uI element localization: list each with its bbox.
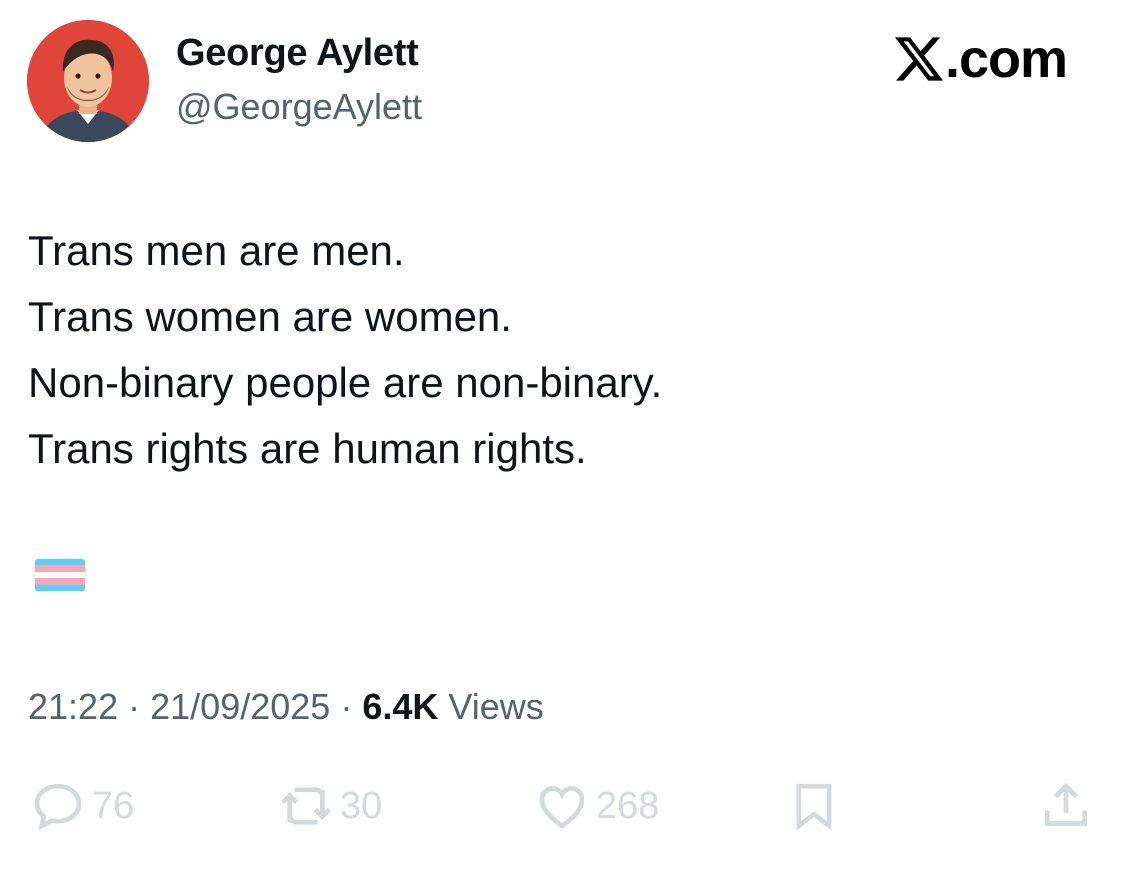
repost-icon bbox=[281, 787, 331, 825]
profile-photo-icon bbox=[27, 20, 149, 142]
tweet-line: Non-binary people are non-binary. bbox=[28, 359, 663, 406]
transgender-flag-icon bbox=[35, 559, 85, 591]
repost-button[interactable]: 30 bbox=[278, 778, 382, 834]
tweet-line: Trans men are men. bbox=[28, 227, 405, 274]
repost-count: 30 bbox=[340, 784, 383, 827]
separator: · bbox=[340, 686, 353, 727]
flag-stripe bbox=[35, 584, 85, 591]
tweet-line: Trans rights are human rights. bbox=[28, 425, 587, 472]
like-button[interactable]: 268 bbox=[534, 778, 659, 834]
views-count: 6.4K bbox=[362, 686, 439, 727]
author-handle[interactable]: @GeorgeAylett bbox=[176, 86, 422, 128]
x-logo-icon bbox=[894, 37, 943, 81]
tweet-text: Trans men are men. Trans women are women… bbox=[28, 218, 662, 482]
author-name[interactable]: George Aylett bbox=[176, 32, 419, 75]
brand-domain: .com bbox=[944, 29, 1068, 89]
bookmark-button[interactable] bbox=[786, 778, 842, 834]
reply-icon bbox=[34, 783, 82, 831]
reply-button[interactable]: 76 bbox=[30, 778, 134, 834]
like-count: 268 bbox=[596, 784, 660, 827]
bookmark-icon bbox=[796, 783, 832, 831]
views-label: Views bbox=[448, 686, 544, 727]
avatar[interactable] bbox=[27, 20, 149, 142]
share-button[interactable] bbox=[1038, 778, 1094, 834]
tweet-date[interactable]: 21/09/2025 bbox=[150, 686, 330, 727]
brand-logo: .com bbox=[894, 28, 1068, 90]
tweet-line: Trans women are women. bbox=[28, 293, 512, 340]
tweet-time[interactable]: 21:22 bbox=[28, 686, 118, 727]
heart-icon bbox=[539, 786, 585, 829]
reply-count: 76 bbox=[92, 784, 135, 827]
tweet-actions: 76 30 268 bbox=[0, 778, 1125, 838]
tweet-meta: 21:22 · 21/09/2025 · 6.4K Views bbox=[28, 686, 544, 728]
separator: · bbox=[128, 686, 141, 727]
share-icon bbox=[1045, 782, 1087, 826]
